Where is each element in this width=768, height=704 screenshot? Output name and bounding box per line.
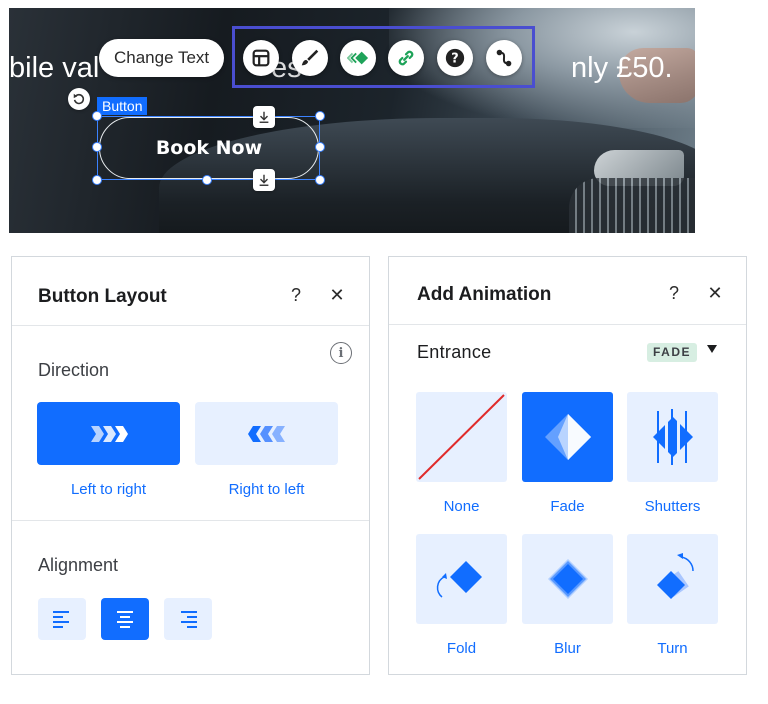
- animation-option-fold-label[interactable]: Fold: [416, 640, 507, 657]
- turn-icon: [656, 553, 694, 599]
- help-icon[interactable]: ?: [285, 284, 307, 306]
- editor-stage: bile val es nly £50. Change Text ? Butto…: [0, 0, 768, 704]
- align-center-button[interactable]: [101, 598, 149, 640]
- resize-handle-right[interactable]: [315, 142, 325, 152]
- stretch-bottom-icon[interactable]: [253, 169, 275, 191]
- link-icon[interactable]: [388, 40, 424, 76]
- align-left-icon: [53, 611, 69, 628]
- design-brush-icon[interactable]: [292, 40, 328, 76]
- close-icon[interactable]: ✕: [326, 284, 348, 306]
- direction-left-to-right-label[interactable]: Left to right: [37, 481, 180, 498]
- panel-header: Button Layout ? ✕: [12, 257, 369, 326]
- rotate-icon[interactable]: [68, 88, 90, 110]
- align-right-button[interactable]: [164, 598, 212, 640]
- stretch-top-icon[interactable]: [253, 106, 275, 128]
- blur-diamond-icon: [547, 559, 588, 599]
- animation-icon[interactable]: [340, 40, 376, 76]
- align-left-button[interactable]: [38, 598, 86, 640]
- animation-option-shutters[interactable]: [627, 392, 718, 482]
- help-icon[interactable]: ?: [663, 282, 685, 304]
- direction-right-to-left-option[interactable]: [195, 402, 338, 465]
- chevron-down-icon[interactable]: [707, 345, 717, 353]
- align-right-icon: [181, 611, 197, 628]
- hero-background-grille: [569, 178, 695, 233]
- direction-left-to-right-option[interactable]: [37, 402, 180, 465]
- help-icon[interactable]: ?: [437, 40, 473, 76]
- hero-headline-left: bile val: [9, 52, 100, 84]
- animation-option-turn-label[interactable]: Turn: [627, 640, 718, 657]
- button-layout-panel: Button Layout ? ✕ i Direction Left to ri…: [11, 256, 370, 675]
- align-center-icon: [117, 611, 133, 628]
- close-icon[interactable]: ✕: [704, 282, 726, 304]
- resize-handle-top-left[interactable]: [92, 111, 102, 121]
- shutters-icon: [652, 409, 693, 465]
- resize-handle-bottom-right[interactable]: [315, 175, 325, 185]
- animation-option-fade-label[interactable]: Fade: [522, 498, 613, 515]
- alignment-label: Alignment: [38, 555, 119, 575]
- animation-option-shutters-label[interactable]: Shutters: [627, 498, 718, 515]
- animation-option-blur[interactable]: [522, 534, 613, 624]
- element-type-tag: Button: [97, 97, 148, 115]
- resize-handle-bottom-left[interactable]: [92, 175, 102, 185]
- resize-handle-bottom[interactable]: [202, 175, 212, 185]
- animation-option-none-label[interactable]: None: [416, 498, 507, 515]
- layout-icon[interactable]: [243, 40, 279, 76]
- hero-headline-right: nly £50.: [571, 52, 673, 84]
- animation-filter-badge[interactable]: FADE: [647, 343, 698, 362]
- panel-title: Button Layout: [38, 286, 167, 307]
- resize-handle-top-right[interactable]: [315, 111, 325, 121]
- arrows-left-icon: [247, 425, 285, 442]
- fade-diamond-icon: [544, 414, 591, 460]
- arrows-right-icon: [90, 425, 128, 442]
- svg-text:?: ?: [451, 52, 458, 67]
- info-icon[interactable]: i: [330, 342, 352, 364]
- connect-icon[interactable]: [486, 40, 522, 76]
- section-divider: [12, 520, 369, 521]
- add-animation-panel: Add Animation ? ✕ Entrance FADE None Fad…: [388, 256, 747, 675]
- animation-option-fold[interactable]: [416, 534, 507, 624]
- none-slash-icon: [418, 394, 505, 480]
- animation-option-none[interactable]: [416, 392, 507, 482]
- book-now-button[interactable]: Book Now: [99, 117, 319, 179]
- direction-right-to-left-label[interactable]: Right to left: [195, 481, 338, 498]
- fold-icon: [436, 561, 482, 598]
- panel-title: Add Animation: [417, 284, 552, 305]
- resize-handle-left[interactable]: [92, 142, 102, 152]
- panel-header: Add Animation ? ✕: [389, 257, 746, 325]
- animation-option-fade[interactable]: [522, 392, 613, 482]
- direction-label: Direction: [38, 360, 110, 380]
- entrance-label: Entrance: [417, 342, 492, 362]
- change-text-button[interactable]: Change Text: [99, 39, 225, 77]
- animation-option-blur-label[interactable]: Blur: [522, 640, 613, 657]
- animation-option-turn[interactable]: [627, 534, 718, 624]
